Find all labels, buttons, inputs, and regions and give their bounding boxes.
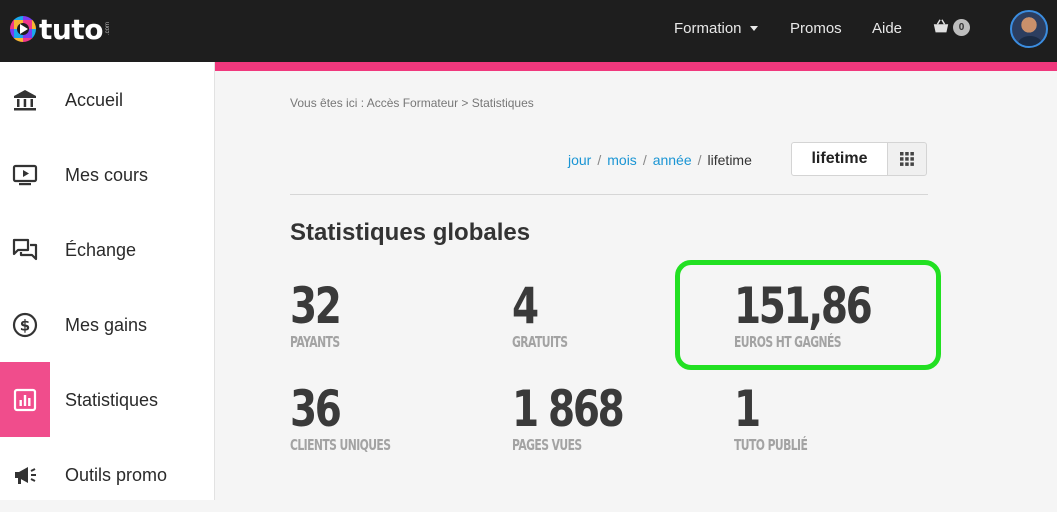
grid-icon bbox=[900, 152, 914, 166]
sidebar-item-label: Échange bbox=[65, 240, 137, 260]
nav-formation-label: Formation bbox=[674, 20, 742, 37]
sidebar: Accueil Mes cours Échange $ Mes gains St… bbox=[0, 62, 215, 500]
chevron-down-icon bbox=[749, 26, 758, 31]
top-navbar: tuto .com Formation Promos Aide 0 bbox=[0, 0, 1057, 62]
logo-tld: .com bbox=[104, 22, 111, 36]
breadcrumb: Vous êtes ici : Accès Formateur > Statis… bbox=[290, 96, 534, 110]
period-separator: / bbox=[642, 152, 647, 168]
period-link-annee[interactable]: année bbox=[653, 152, 692, 168]
grid-view-button[interactable] bbox=[887, 142, 927, 176]
cart-button[interactable]: 0 bbox=[932, 18, 970, 36]
sidebar-item-mes-gains[interactable]: $ Mes gains bbox=[0, 287, 215, 362]
sidebar-item-label: Outils promo bbox=[65, 465, 168, 485]
period-separator: / bbox=[597, 152, 602, 168]
period-separator: / bbox=[697, 152, 702, 168]
period-link-mois[interactable]: mois bbox=[607, 152, 637, 168]
svg-text:$: $ bbox=[20, 316, 30, 334]
stat-value: 32 bbox=[290, 277, 342, 335]
stat-caption: PAGES VUES bbox=[512, 436, 582, 454]
screen-play-icon bbox=[0, 137, 50, 212]
dollar-icon: $ bbox=[0, 287, 50, 362]
stat-value: 4 bbox=[512, 277, 539, 335]
stat-gratuits: 4 GRATUITS bbox=[512, 279, 589, 351]
sidebar-item-label: Mes cours bbox=[65, 165, 149, 185]
basket-icon bbox=[933, 19, 949, 33]
chat-icon bbox=[0, 212, 50, 287]
play-logo-icon bbox=[10, 16, 36, 42]
stat-value: 1 868 bbox=[512, 380, 625, 438]
cart-count-badge: 0 bbox=[953, 18, 970, 36]
main-content: Vous êtes ici : Accès Formateur > Statis… bbox=[215, 71, 1057, 500]
page-title: Statistiques globales bbox=[290, 219, 531, 246]
highlight-box bbox=[675, 260, 941, 370]
stat-clients-uniques: 36 CLIENTS UNIQUES bbox=[290, 382, 430, 454]
sidebar-item-echange[interactable]: Échange bbox=[0, 212, 215, 287]
stat-value: 36 bbox=[290, 380, 342, 438]
stat-payants: 32 PAYANTS bbox=[290, 279, 359, 351]
sidebar-item-label: Mes gains bbox=[65, 315, 148, 335]
nav-promos-link[interactable]: Promos bbox=[790, 20, 842, 37]
bar-chart-icon bbox=[0, 362, 50, 437]
stat-caption: CLIENTS UNIQUES bbox=[290, 436, 391, 454]
megaphone-icon bbox=[0, 437, 50, 512]
stat-caption: GRATUITS bbox=[512, 333, 568, 351]
sidebar-item-accueil[interactable]: Accueil bbox=[0, 62, 215, 137]
stat-pages-vues: 1 868 PAGES VUES bbox=[512, 382, 654, 454]
period-links: jour / mois / année / lifetime bbox=[568, 152, 752, 168]
sidebar-item-mes-cours[interactable]: Mes cours bbox=[0, 137, 215, 212]
stat-caption: PAYANTS bbox=[290, 333, 340, 351]
user-avatar[interactable] bbox=[1010, 10, 1048, 48]
period-current-lifetime: lifetime bbox=[707, 152, 752, 168]
bank-icon bbox=[0, 62, 50, 137]
tuto-logo[interactable]: tuto .com bbox=[10, 12, 111, 46]
nav-aide-link[interactable]: Aide bbox=[872, 20, 902, 37]
stat-caption: TUTO PUBLIÉ bbox=[734, 436, 808, 454]
stat-value: 1 bbox=[734, 380, 761, 438]
period-link-jour[interactable]: jour bbox=[568, 152, 591, 168]
logo-text: tuto bbox=[39, 12, 103, 46]
sidebar-item-label: Statistiques bbox=[65, 390, 159, 410]
sidebar-item-statistiques[interactable]: Statistiques bbox=[0, 362, 215, 437]
accent-bar bbox=[215, 62, 1057, 71]
sidebar-item-outils-promo[interactable]: Outils promo bbox=[0, 437, 215, 512]
nav-formation-dropdown[interactable]: Formation bbox=[674, 20, 758, 37]
period-select-button[interactable]: lifetime bbox=[791, 142, 888, 176]
stat-tuto-publie: 1 TUTO PUBLIÉ bbox=[734, 382, 836, 454]
divider bbox=[290, 194, 928, 195]
sidebar-item-label: Accueil bbox=[65, 90, 124, 110]
